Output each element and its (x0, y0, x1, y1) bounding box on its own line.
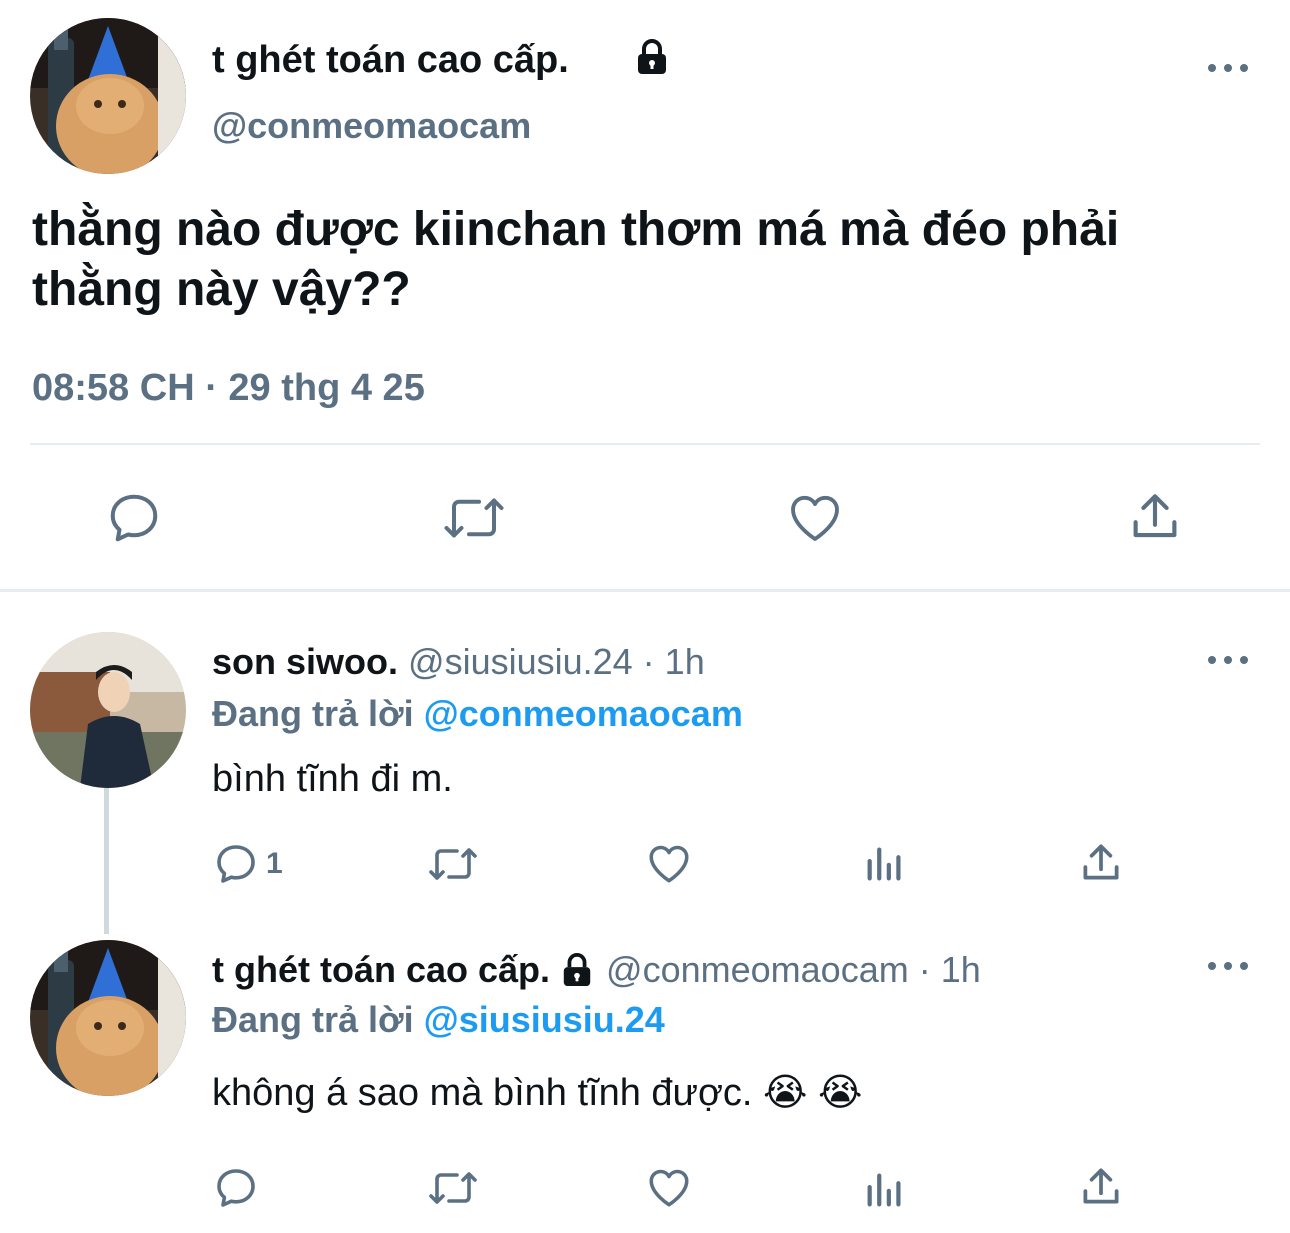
replying-to: Đang trả lời @conmeomaocam (212, 692, 743, 736)
reply-button[interactable] (104, 488, 164, 548)
retweet-button[interactable] (424, 840, 482, 888)
reply-author-meta[interactable]: @siusiusiu.24 · 1h (408, 641, 705, 682)
retweet-icon (429, 848, 477, 880)
analytics-button[interactable] (862, 840, 908, 886)
divider (30, 443, 1260, 445)
share-icon (1133, 494, 1177, 538)
like-icon (649, 1169, 689, 1207)
analytics-icon (867, 847, 901, 881)
reply-author-name[interactable]: t ghét toán cao cấp. (212, 948, 550, 992)
author-handle[interactable]: @conmeomaocam (212, 104, 531, 148)
share-button[interactable] (1124, 486, 1186, 548)
retweet-button[interactable] (438, 488, 510, 548)
tweet-text-line-1: thằng nào được kiinchan thơm má mà đéo p… (32, 203, 1120, 256)
lock-icon (560, 952, 594, 988)
avatar-siwoo[interactable] (30, 632, 186, 788)
reply-text-body: không á sao mà bình tĩnh được. (212, 1072, 753, 1114)
more-options-icon[interactable] (1208, 956, 1248, 976)
retweet-button[interactable] (424, 1164, 482, 1212)
reply-icon (217, 845, 255, 883)
reply-header: son siwoo. @siusiusiu.24 · 1h (212, 640, 705, 684)
lock-icon (634, 38, 670, 76)
like-button[interactable] (644, 838, 694, 888)
share-button[interactable] (1076, 1162, 1126, 1212)
reply-text: không á sao mà bình tĩnh được. 😭 😭 (212, 1070, 862, 1116)
thread-line (104, 788, 109, 934)
reply-button[interactable] (212, 1164, 260, 1212)
analytics-icon (867, 1173, 901, 1207)
reply-text: bình tĩnh đi m. (212, 758, 453, 800)
author-name[interactable]: t ghét toán cao cấp. (212, 38, 569, 82)
like-icon (791, 495, 839, 541)
reply-button[interactable]: 1 (212, 840, 283, 888)
share-icon (1083, 1168, 1119, 1204)
share-button[interactable] (1076, 838, 1126, 888)
retweet-icon (444, 498, 504, 538)
reply-author-name[interactable]: son siwoo. (212, 641, 398, 682)
tweet-text: thằng nào được kiinchan thơm má mà đéo p… (32, 200, 1282, 320)
more-options-icon[interactable] (1208, 650, 1248, 670)
crying-emoji: 😭 😭 (763, 1072, 863, 1114)
share-icon (1083, 844, 1119, 880)
reply-author-meta[interactable]: @conmeomaocam · 1h (606, 948, 981, 992)
avatar-cat[interactable] (30, 940, 186, 1096)
replying-to: Đang trả lời @siusiusiu.24 (212, 998, 665, 1042)
like-button[interactable] (784, 486, 846, 548)
tweet-timestamp[interactable]: 08:58 CH · 29 thg 4 25 (32, 366, 425, 410)
reply-count: 1 (266, 847, 283, 880)
avatar-cat[interactable] (30, 18, 186, 174)
tweet-text-line-2: thằng này vậy?? (32, 263, 411, 316)
replying-to-prefix: Đang trả lời (212, 999, 414, 1040)
reply-icon (217, 1169, 255, 1207)
replying-to-link[interactable]: @siusiusiu.24 (424, 999, 665, 1040)
replying-to-link[interactable]: @conmeomaocam (424, 693, 743, 734)
reply-header: t ghét toán cao cấp. @conmeomaocam · 1h (212, 948, 981, 992)
section-divider (0, 589, 1290, 592)
analytics-button[interactable] (862, 1166, 908, 1212)
reply-icon (110, 494, 158, 542)
like-button[interactable] (644, 1162, 694, 1212)
replying-to-prefix: Đang trả lời (212, 693, 414, 734)
like-icon (649, 845, 689, 883)
more-options-icon[interactable] (1208, 58, 1248, 78)
retweet-icon (429, 1172, 477, 1204)
